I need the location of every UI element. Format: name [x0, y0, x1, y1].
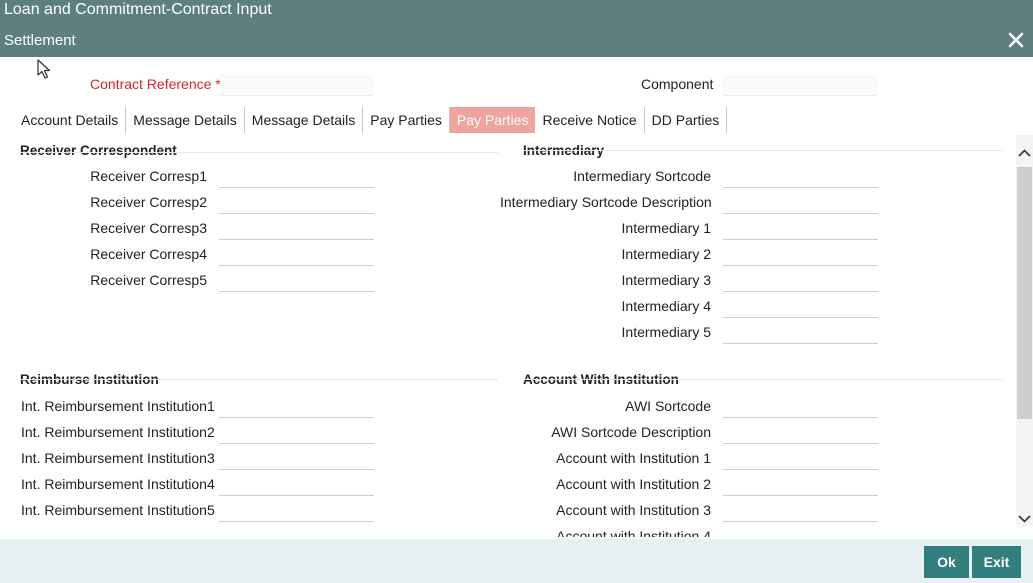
int-reimbursement-institution3-label: Int. Reimbursement Institution3: [21, 450, 215, 466]
intermediary-2-label: Intermediary 2: [621, 246, 711, 262]
intermediary-sortcode-description-input[interactable]: [723, 190, 878, 214]
tab-pay-parties-2[interactable]: Pay Parties: [449, 107, 536, 133]
intermediary-sortcode-description-label: Intermediary Sortcode Description: [500, 194, 712, 210]
receiver-corresp5-label: Receiver Corresp5: [90, 272, 207, 288]
int-reimbursement-institution2-input[interactable]: [219, 420, 374, 444]
intermediary-4-input[interactable]: [723, 294, 878, 318]
receiver-corresp2-label: Receiver Corresp2: [90, 194, 207, 210]
intermediary-2-input[interactable]: [723, 242, 878, 266]
int-reimbursement-institution5-label: Int. Reimbursement Institution5: [21, 502, 215, 518]
tab-account-details[interactable]: Account Details: [14, 107, 127, 133]
chevron-down-icon[interactable]: [1016, 510, 1033, 527]
account-with-institution-4-label: Account with Institution 4: [556, 528, 711, 537]
int-reimbursement-institution3-input[interactable]: [219, 446, 374, 470]
awi-sortcode-input[interactable]: [723, 394, 878, 418]
intermediary-1-label: Intermediary 1: [621, 220, 711, 236]
receiver-corresp1-label: Receiver Corresp1: [90, 168, 207, 184]
dialog-footer: Ok Exit: [0, 539, 1033, 583]
int-reimbursement-institution1-label: Int. Reimbursement Institution1: [21, 398, 215, 414]
int-reimbursement-institution2-label: Int. Reimbursement Institution2: [21, 424, 215, 440]
receiver-corresp3-label: Receiver Corresp3: [90, 220, 207, 236]
receiver-corresp2-input[interactable]: [219, 190, 374, 214]
component-input[interactable]: [723, 74, 877, 96]
settlement-content: Receiver Correspondent Receiver Corresp1…: [0, 135, 1016, 537]
tab-message-details-2[interactable]: Message Details: [245, 107, 364, 133]
receiver-corresp5-input[interactable]: [219, 268, 374, 292]
int-reimbursement-institution1-input[interactable]: [219, 394, 374, 418]
intermediary-4-label: Intermediary 4: [621, 298, 711, 314]
awi-sortcode-description-label: AWI Sortcode Description: [551, 424, 711, 440]
contract-reference-input[interactable]: [220, 74, 373, 96]
receiver-corresp3-input[interactable]: [219, 216, 374, 240]
intermediary-1-input[interactable]: [723, 216, 878, 240]
chevron-up-icon[interactable]: [1016, 145, 1033, 162]
account-with-institution-2-input[interactable]: [723, 472, 878, 496]
account-with-institution-4-input[interactable]: [723, 524, 878, 537]
account-with-institution-1-input[interactable]: [723, 446, 878, 470]
int-reimbursement-institution5-input[interactable]: [219, 498, 374, 522]
account-with-institution-3-label: Account with Institution 3: [556, 502, 711, 518]
section-divider: [20, 379, 498, 380]
awi-sortcode-description-input[interactable]: [723, 420, 878, 444]
account-with-institution-1-label: Account with Institution 1: [556, 450, 711, 466]
exit-button[interactable]: Exit: [972, 546, 1021, 578]
account-with-institution-2-label: Account with Institution 2: [556, 476, 711, 492]
intermediary-3-label: Intermediary 3: [621, 272, 711, 288]
receiver-corresp1-input[interactable]: [219, 164, 374, 188]
close-icon[interactable]: [1005, 29, 1027, 51]
component-label: Component: [641, 76, 714, 92]
tab-message-details-1[interactable]: Message Details: [126, 107, 245, 133]
tab-dd-parties[interactable]: DD Parties: [645, 107, 728, 133]
receiver-corresp4-label: Receiver Corresp4: [90, 246, 207, 262]
section-divider: [523, 379, 1003, 380]
int-reimbursement-institution4-input[interactable]: [219, 472, 374, 496]
tab-receive-notice[interactable]: Receive Notice: [535, 107, 645, 133]
intermediary-5-input[interactable]: [723, 320, 878, 344]
intermediary-5-label: Intermediary 5: [621, 324, 711, 340]
account-with-institution-3-input[interactable]: [723, 498, 878, 522]
window-titlebar: Loan and Commitment-Contract Input Settl…: [0, 0, 1033, 57]
ok-button[interactable]: Ok: [924, 546, 969, 578]
contract-reference-label: Contract Reference *: [90, 76, 221, 92]
scrollbar-thumb[interactable]: [1017, 167, 1032, 419]
section-divider: [20, 152, 498, 153]
receiver-corresp4-input[interactable]: [219, 242, 374, 266]
intermediary-3-input[interactable]: [723, 268, 878, 292]
app-title: Loan and Commitment-Contract Input: [4, 1, 272, 18]
int-reimbursement-institution4-label: Int. Reimbursement Institution4: [21, 476, 215, 492]
mouse-pointer-icon: [37, 59, 53, 81]
intermediary-sortcode-label: Intermediary Sortcode: [573, 168, 711, 184]
dialog-title: Settlement: [4, 32, 76, 49]
awi-sortcode-label: AWI Sortcode: [625, 398, 711, 414]
receiver-correspondent-title: Receiver Correspondent: [20, 143, 177, 158]
vertical-scrollbar[interactable]: [1016, 135, 1033, 527]
tab-pay-parties-1[interactable]: Pay Parties: [363, 107, 450, 133]
intermediary-sortcode-input[interactable]: [723, 164, 878, 188]
tab-bar: Account Details Message Details Message …: [14, 107, 728, 133]
section-divider: [523, 150, 1003, 151]
